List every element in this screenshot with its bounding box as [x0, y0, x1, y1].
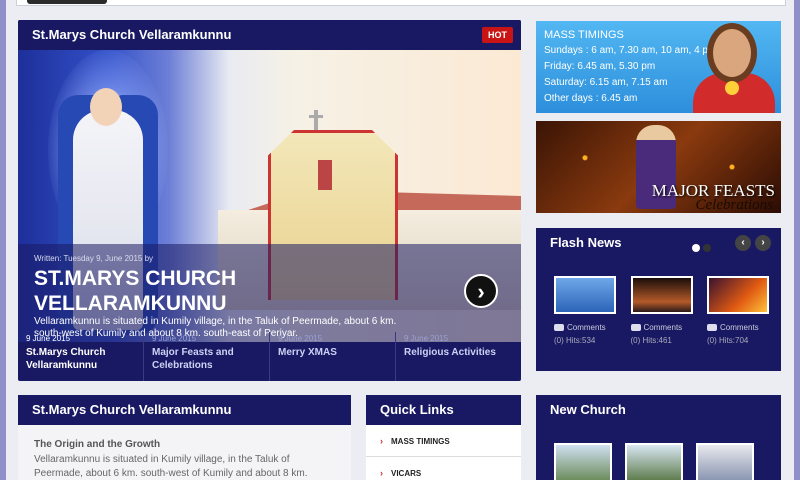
comments-label[interactable]: Comments	[720, 323, 759, 332]
chevron-right-icon: ›	[380, 436, 383, 446]
church-thumbnail[interactable]	[554, 443, 612, 480]
quick-links-panel: Quick Links › MASS TIMINGS › VICARS	[366, 395, 521, 480]
hits: Hits:534	[566, 336, 596, 345]
comments-link: Comments	[554, 323, 616, 332]
next-arrow-icon[interactable]: ›	[755, 235, 771, 251]
slider-tab[interactable]: 9 June 2015 Religious Activities	[395, 332, 521, 381]
tab-title: Major Feasts and Celebrations	[152, 347, 234, 371]
hits: Hits:461	[642, 336, 672, 345]
slider-tab[interactable]: 9 June 2015 St.Marys Church Vellaramkunn…	[18, 332, 143, 381]
comment-count: (0)	[707, 336, 717, 345]
quick-link-label: MASS TIMINGS	[391, 437, 450, 446]
slider-tabs: 9 June 2015 St.Marys Church Vellaramkunn…	[18, 332, 521, 381]
new-church-thumbnails	[554, 443, 754, 480]
slide-heading[interactable]: ST.MARYS CHURCH VELLARAMKUNNU	[34, 266, 294, 316]
next-slide-button[interactable]: ›	[464, 274, 498, 308]
tab-title: St.Marys Church Vellaramkunnu	[26, 347, 106, 371]
slide-caption: Written: Tuesday 9, June 2015 by ST.MARY…	[18, 244, 521, 342]
crucifix-thumbnail[interactable]	[554, 276, 616, 314]
hot-badge: HOT	[482, 27, 513, 43]
mary-head	[90, 88, 122, 126]
about-text: Vellaramkunnu is situated in Kumily vill…	[34, 454, 308, 479]
jesus-image	[689, 23, 777, 113]
pager-dot[interactable]	[703, 244, 711, 252]
church-thumbnail[interactable]	[625, 443, 683, 480]
tab-date: 9 June 2015	[278, 334, 323, 343]
slide-meta: Written: Tuesday 9, June 2015 by	[34, 254, 154, 263]
comments-link: Comments	[630, 323, 693, 332]
page: St.Marys Church Vellaramkunnu HOT Writte…	[6, 0, 794, 480]
major-feasts-banner[interactable]: MAJOR FEASTS Celebrations	[536, 121, 781, 213]
new-church-panel: New Church	[536, 395, 781, 480]
hits-row: (0) Hits:534	[554, 336, 616, 345]
flash-news-panel: Flash News ‹ › Comments (0) Hits:534 Com…	[536, 228, 781, 371]
quick-link-mass-timings[interactable]: › MASS TIMINGS	[366, 425, 521, 457]
cross-thumbnail[interactable]	[707, 276, 769, 314]
flash-item[interactable]: Comments (0) Hits:704	[707, 276, 769, 345]
new-church-title: New Church	[536, 395, 781, 425]
slider-tab[interactable]: 9 June 2015 Merry XMAS	[269, 332, 395, 381]
flash-items: Comments (0) Hits:534 Comments (0) Hits:…	[554, 276, 769, 345]
prev-arrow-icon[interactable]: ‹	[735, 235, 751, 251]
tab-date: 9 June 2015	[152, 334, 197, 343]
menu-stub[interactable]	[27, 0, 107, 4]
comments-link: Comments	[707, 323, 769, 332]
pager-dot[interactable]	[692, 244, 700, 252]
comment-icon	[707, 324, 717, 332]
sacred-heart-icon	[725, 81, 739, 95]
altar-thumbnail[interactable]	[630, 276, 693, 314]
quick-link-vicars[interactable]: › VICARS	[366, 457, 521, 480]
feasts-line2: Celebrations	[695, 197, 774, 213]
comment-count: (0)	[630, 336, 641, 345]
hits-row: (0) Hits:704	[707, 336, 769, 345]
chevron-right-icon: ›	[380, 468, 383, 478]
about-title: St.Marys Church Vellaramkunnu	[18, 395, 351, 425]
mass-timings-banner[interactable]: MASS TIMINGS Sundays : 6 am, 7.30 am, 10…	[536, 21, 781, 113]
hits: Hits:704	[719, 336, 749, 345]
about-panel: St.Marys Church Vellaramkunnu The Origin…	[18, 395, 351, 480]
pager-dots	[689, 239, 711, 257]
quick-link-label: VICARS	[391, 469, 422, 478]
top-bar	[16, 0, 786, 6]
tab-date: 9 June 2015	[26, 334, 71, 343]
cross-icon	[309, 110, 323, 130]
comments-label[interactable]: Comments	[644, 323, 683, 332]
slider-title: St.Marys Church Vellaramkunnu	[18, 20, 521, 50]
flash-item[interactable]: Comments (0) Hits:461	[630, 276, 693, 345]
featured-slider: St.Marys Church Vellaramkunnu HOT Writte…	[18, 20, 521, 381]
about-subtitle: The Origin and the Growth	[34, 439, 161, 450]
comment-icon	[630, 324, 641, 332]
comment-icon	[554, 324, 564, 332]
tab-title: Religious Activities	[404, 347, 496, 358]
jesus-face	[713, 29, 751, 77]
quick-links-title: Quick Links	[366, 395, 521, 425]
church-thumbnail[interactable]	[696, 443, 754, 480]
tab-date: 9 June 2015	[404, 334, 449, 343]
comment-count: (0)	[554, 336, 564, 345]
slider-tab[interactable]: 9 June 2015 Major Feasts and Celebration…	[143, 332, 269, 381]
comments-label[interactable]: Comments	[567, 323, 606, 332]
tab-title: Merry XMAS	[278, 347, 337, 358]
hits-row: (0) Hits:461	[631, 336, 693, 345]
tower-window	[318, 160, 332, 190]
flash-item[interactable]: Comments (0) Hits:534	[554, 276, 616, 345]
